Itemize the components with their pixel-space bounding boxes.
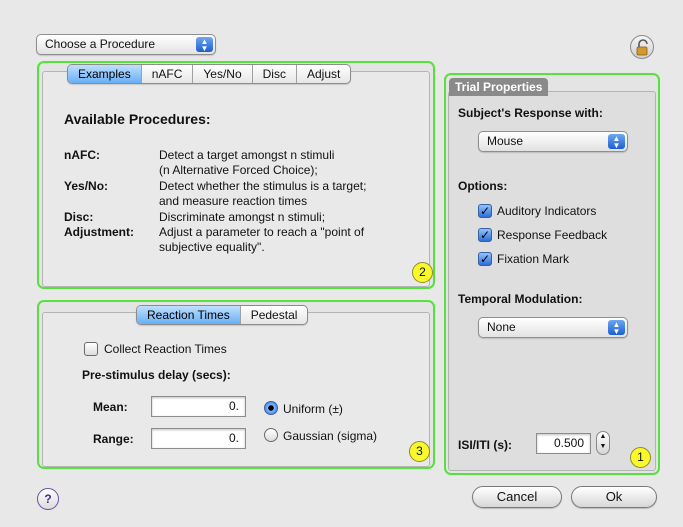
popup-arrows-icon: ▲ ▼ xyxy=(608,134,625,150)
response-popup[interactable]: Mouse ▲ ▼ xyxy=(478,131,628,152)
modulation-popup-value: None xyxy=(487,320,516,334)
procedure-desc: (n Alternative Forced Choice); xyxy=(159,163,318,177)
response-heading: Subject's Response with: xyxy=(458,106,603,120)
procedure-desc: and measure reaction times xyxy=(159,194,308,208)
procedure-name: Yes/No: xyxy=(64,179,109,193)
cancel-button[interactable]: Cancel xyxy=(472,486,562,508)
help-button[interactable]: ? xyxy=(37,488,59,510)
uniform-radio[interactable] xyxy=(264,401,278,415)
procedure-name: Adjustment: xyxy=(64,225,134,239)
isi-label: ISI/ITI (s): xyxy=(458,438,512,452)
procedure-tabs: Examples nAFC Yes/No Disc Adjust xyxy=(67,64,352,84)
tab-reaction-times[interactable]: Reaction Times xyxy=(137,306,241,324)
trial-properties-panel: Trial Properties Subject's Response with… xyxy=(444,73,660,475)
popup-arrows-icon: ▲ ▼ xyxy=(196,37,213,53)
trial-properties-title: Trial Properties xyxy=(449,78,549,96)
range-label: Range: xyxy=(93,432,134,446)
procedure-name: nAFC: xyxy=(64,148,100,162)
tab-pedestal[interactable]: Pedestal xyxy=(241,306,308,324)
reaction-badge: 3 xyxy=(409,441,430,462)
mean-field[interactable]: 0. xyxy=(151,396,246,417)
gaussian-label: Gaussian (sigma) xyxy=(283,429,378,443)
options-heading: Options: xyxy=(458,179,508,193)
procedure-desc: Discriminate amongst n stimuli; xyxy=(159,210,326,224)
tab-examples[interactable]: Examples xyxy=(68,65,142,83)
uniform-label: Uniform (±) xyxy=(283,402,343,416)
isi-field[interactable]: 0.500 xyxy=(536,433,591,454)
popup-arrows-icon: ▲ ▼ xyxy=(608,320,625,336)
procedure-item: Adjustment: Adjust a parameter to reach … xyxy=(64,225,434,255)
reaction-tabs: Reaction Times Pedestal xyxy=(136,305,309,325)
procedure-item: Disc: Discriminate amongst n stimuli; xyxy=(64,210,424,225)
tab-adjust[interactable]: Adjust xyxy=(297,65,350,83)
procedure-item: Yes/No: Detect whether the stimulus is a… xyxy=(64,179,424,209)
response-feedback-label: Response Feedback xyxy=(497,228,608,242)
collect-reaction-times-label: Collect Reaction Times xyxy=(104,342,227,356)
procedure-desc: Detect a target amongst n stimuli xyxy=(159,148,335,162)
procedure-desc: Detect whether the stimulus is a target; xyxy=(159,179,367,193)
procedure-desc: subjective equality". xyxy=(159,240,265,254)
auditory-indicators-label: Auditory Indicators xyxy=(497,204,597,218)
gaussian-radio[interactable] xyxy=(264,428,278,442)
fixation-mark-checkbox[interactable]: ✓ xyxy=(478,252,492,266)
help-icon: ? xyxy=(44,492,52,506)
tab-disc[interactable]: Disc xyxy=(253,65,297,83)
procedure-desc: Adjust a parameter to reach a "point of xyxy=(159,225,365,239)
trial-badge: 1 xyxy=(630,447,651,468)
procedure-popup[interactable]: Choose a Procedure ▲ ▼ xyxy=(36,34,216,55)
response-popup-value: Mouse xyxy=(487,134,524,148)
fixation-mark-label: Fixation Mark xyxy=(497,252,570,266)
procedure-item: nAFC: Detect a target amongst n stimuli … xyxy=(64,148,424,178)
procedures-badge: 2 xyxy=(412,262,433,283)
mean-label: Mean: xyxy=(93,400,128,414)
procedures-heading: Available Procedures: xyxy=(64,111,211,127)
modulation-popup[interactable]: None ▲ ▼ xyxy=(478,317,628,338)
procedure-popup-label: Choose a Procedure xyxy=(45,37,156,51)
procedure-name: Disc: xyxy=(64,210,94,224)
tab-nafc[interactable]: nAFC xyxy=(142,65,194,83)
lock-icon[interactable] xyxy=(630,35,654,59)
procedures-panel: Examples nAFC Yes/No Disc Adjust Availab… xyxy=(37,61,435,289)
auditory-indicators-checkbox[interactable]: ✓ xyxy=(478,204,492,218)
reaction-panel: Reaction Times Pedestal Collect Reaction… xyxy=(37,300,435,469)
response-feedback-checkbox[interactable]: ✓ xyxy=(478,228,492,242)
modulation-heading: Temporal Modulation: xyxy=(458,292,583,306)
delay-heading: Pre-stimulus delay (secs): xyxy=(82,368,231,382)
tab-yes-no[interactable]: Yes/No xyxy=(193,65,253,83)
collect-reaction-times-checkbox[interactable] xyxy=(84,342,98,356)
range-field[interactable]: 0. xyxy=(151,428,246,449)
ok-button[interactable]: Ok xyxy=(571,486,657,508)
isi-stepper[interactable]: ▲ ▼ xyxy=(596,431,610,455)
